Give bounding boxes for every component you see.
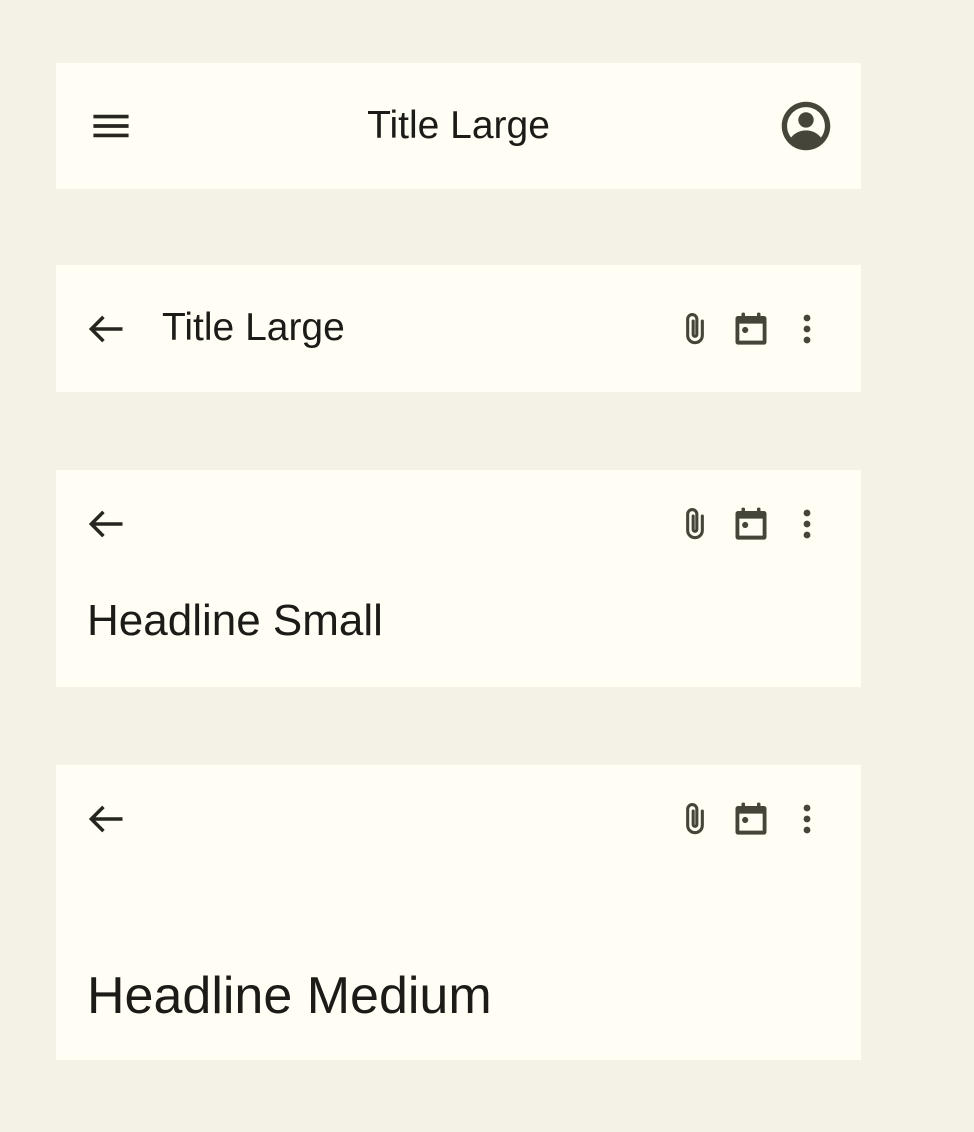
- attachment-icon: [675, 309, 715, 349]
- back-button[interactable]: [78, 791, 134, 847]
- leading-navigation-slot: [56, 98, 166, 154]
- account-circle-icon: [778, 98, 834, 154]
- attachment-icon: [675, 504, 715, 544]
- calendar-button[interactable]: [723, 791, 779, 847]
- calendar-today-icon: [731, 504, 771, 544]
- more-vert-icon: [787, 309, 827, 349]
- app-bar-headline: Headline Medium: [87, 967, 861, 1027]
- large-top-app-bar: Headline Medium: [56, 765, 861, 1060]
- arrow-back-icon: [84, 797, 128, 841]
- calendar-today-icon: [731, 799, 771, 839]
- more-options-button[interactable]: [779, 301, 835, 357]
- app-bar-row: Title Large: [56, 265, 861, 392]
- arrow-back-icon: [84, 307, 128, 351]
- leading-navigation-slot: [56, 791, 156, 847]
- more-options-button[interactable]: [779, 496, 835, 552]
- app-bar-title: Title Large: [166, 104, 751, 149]
- trailing-actions-slot: [667, 791, 835, 847]
- attachment-button[interactable]: [667, 301, 723, 357]
- leading-navigation-slot: [56, 301, 156, 357]
- account-button[interactable]: [778, 98, 834, 154]
- medium-top-app-bar: Headline Small: [56, 470, 861, 687]
- attachment-button[interactable]: [667, 496, 723, 552]
- attachment-icon: [675, 799, 715, 839]
- app-bar-row: [56, 478, 861, 570]
- trailing-actions-slot: [667, 301, 835, 357]
- menu-button[interactable]: [83, 98, 139, 154]
- back-button[interactable]: [78, 496, 134, 552]
- app-bar-title: Title Large: [156, 306, 667, 351]
- trailing-actions-slot: [667, 496, 835, 552]
- leading-navigation-slot: [56, 496, 156, 552]
- small-top-app-bar: Title Large: [56, 265, 861, 392]
- app-bar-headline: Headline Small: [87, 596, 861, 647]
- app-bar-row: [56, 773, 861, 865]
- menu-icon: [90, 105, 132, 147]
- more-vert-icon: [787, 799, 827, 839]
- trailing-actions-slot: [751, 98, 861, 154]
- headline-block: Headline Small: [56, 570, 861, 647]
- calendar-button[interactable]: [723, 496, 779, 552]
- calendar-today-icon: [731, 309, 771, 349]
- attachment-button[interactable]: [667, 791, 723, 847]
- back-button[interactable]: [78, 301, 134, 357]
- app-bar-row: Title Large: [56, 63, 861, 189]
- headline-block: Headline Medium: [56, 865, 861, 1027]
- center-aligned-top-app-bar: Title Large: [56, 63, 861, 189]
- more-vert-icon: [787, 504, 827, 544]
- more-options-button[interactable]: [779, 791, 835, 847]
- arrow-back-icon: [84, 502, 128, 546]
- calendar-button[interactable]: [723, 301, 779, 357]
- app-bars-showcase: Title Large: [0, 0, 974, 1132]
